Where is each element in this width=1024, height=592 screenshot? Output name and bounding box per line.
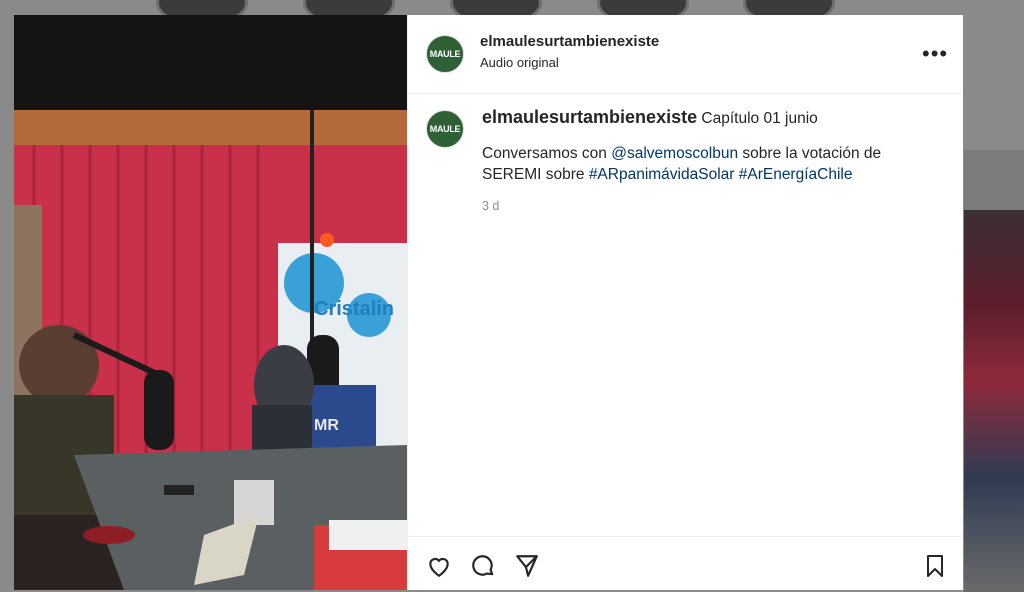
banner-text: Cristalin bbox=[314, 298, 394, 320]
caption-avatar[interactable]: MAULE bbox=[426, 110, 464, 148]
action-bar bbox=[408, 536, 963, 590]
post-header: MAULE elmaulesurtambienexiste Audio orig… bbox=[408, 15, 963, 94]
post-details-panel: MAULE elmaulesurtambienexiste Audio orig… bbox=[407, 15, 963, 590]
caption-title: Capítulo 01 junio bbox=[701, 110, 818, 127]
send-icon[interactable] bbox=[512, 551, 542, 581]
hashtag-link[interactable]: #ARpanimávidaSolar bbox=[589, 166, 735, 183]
caption-text: Conversamos con @salvemoscolbun sobre la… bbox=[482, 143, 902, 185]
avatar[interactable]: MAULE bbox=[426, 35, 464, 73]
radio-studio-image: Cristalin MR bbox=[14, 15, 407, 590]
mention-link[interactable]: @salvemoscolbun bbox=[611, 145, 738, 162]
background-thumbnail[interactable] bbox=[964, 210, 1024, 592]
post-caption: elmaulesurtambienexiste Capítulo 01 juni… bbox=[482, 107, 902, 185]
post-username[interactable]: elmaulesurtambienexiste bbox=[480, 33, 659, 50]
comment-icon[interactable] bbox=[468, 551, 498, 581]
audio-link[interactable]: Audio original bbox=[480, 55, 559, 70]
background-thumbnail bbox=[964, 150, 1024, 210]
post-video[interactable]: Cristalin MR bbox=[14, 15, 407, 590]
post-timestamp[interactable]: 3 d bbox=[482, 199, 499, 213]
caption-text-part: Conversamos con bbox=[482, 145, 612, 162]
sign-text: MR bbox=[314, 417, 339, 434]
avatar-text: MAULE bbox=[429, 48, 461, 59]
bookmark-icon[interactable] bbox=[920, 551, 950, 581]
more-options-icon[interactable]: ••• bbox=[922, 41, 948, 67]
post-modal: Cristalin MR MAULE elmaulesurtambienexis… bbox=[14, 15, 963, 590]
caption-username[interactable]: elmaulesurtambienexiste bbox=[482, 107, 697, 127]
hashtag-link[interactable]: #ArEnergíaChile bbox=[739, 166, 853, 183]
avatar-text: MAULE bbox=[429, 123, 461, 134]
heart-icon[interactable] bbox=[424, 551, 454, 581]
